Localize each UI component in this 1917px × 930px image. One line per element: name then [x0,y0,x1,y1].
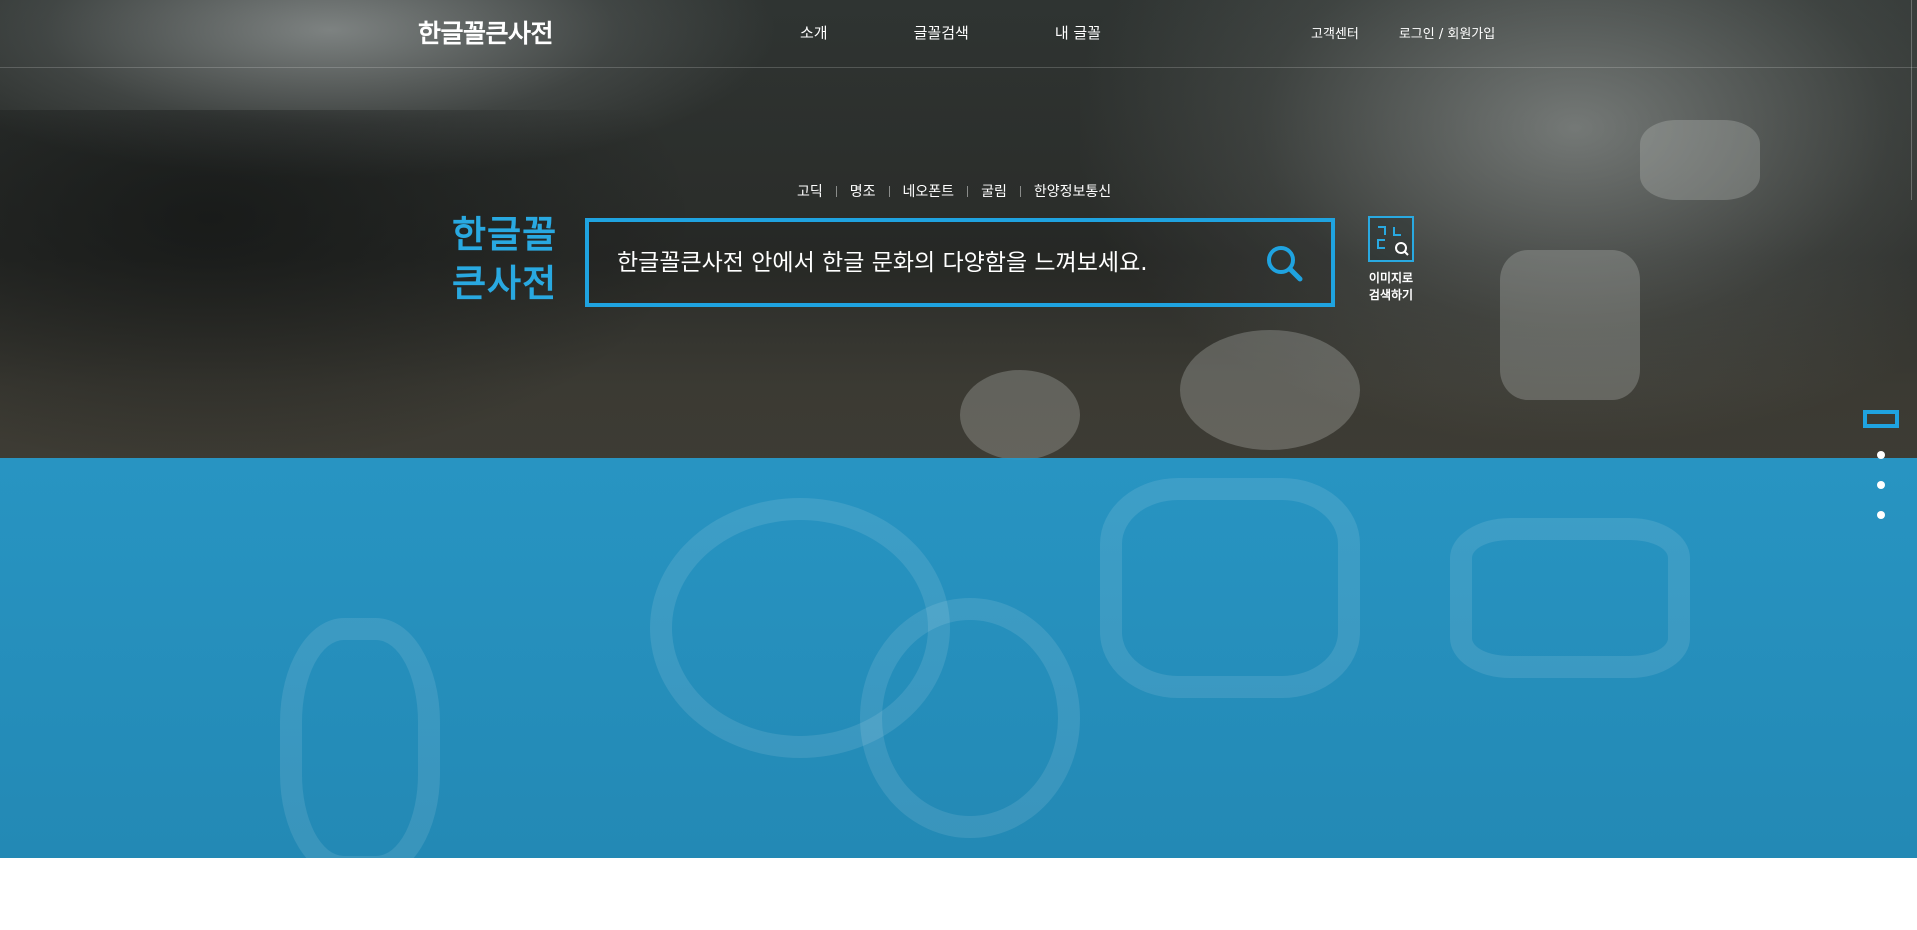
top-header: 한글꼴큰사전 소개 글꼴검색 내 글꼴 고객센터 로그인 / 회원가입 [0,0,1917,68]
divider [1019,185,1021,197]
main-nav: 소개 글꼴검색 내 글꼴 [800,22,1101,43]
pager-dot[interactable] [1877,511,1885,519]
category-gulim[interactable]: 굴림 [981,181,1007,201]
category-myeongjo[interactable]: 명조 [850,181,876,201]
nav-item-my-fonts[interactable]: 내 글꼴 [1055,22,1101,43]
blue-overlay-band [0,458,1917,878]
divider [888,185,890,197]
slide-pager [1863,410,1901,519]
pager-dot[interactable] [1877,451,1885,459]
divider [835,185,837,197]
nav-item-intro[interactable]: 소개 [800,22,828,43]
category-hanyang[interactable]: 한양정보통신 [1034,181,1111,201]
page: 한글꼴큰사전 소개 글꼴검색 내 글꼴 고객센터 로그인 / 회원가입 고딕 명… [0,0,1917,930]
search-icon [1267,246,1303,282]
image-search-label: 이미지로 검색하기 [1368,271,1414,302]
brand-title: 한글꼴 큰사전 [452,210,557,308]
login-signup-link[interactable]: 로그인 / 회원가입 [1399,23,1495,42]
divider [967,185,969,197]
image-search-icon [1368,216,1414,262]
search-box [585,218,1335,307]
nav-item-font-search[interactable]: 글꼴검색 [914,22,969,43]
pager-active-indicator[interactable] [1863,410,1899,428]
utility-links: 고객센터 로그인 / 회원가입 [1311,23,1495,42]
customer-center-link[interactable]: 고객센터 [1311,23,1359,42]
pager-dot[interactable] [1877,481,1885,489]
category-neofont[interactable]: 네오폰트 [903,181,955,201]
category-gothic[interactable]: 고딕 [797,181,823,201]
brand-title-line2: 큰사전 [452,262,558,305]
image-search-button[interactable]: 이미지로 검색하기 [1366,216,1416,304]
brand-title-line1: 한글꼴 [452,213,558,256]
search-input[interactable] [617,222,1237,303]
category-links: 고딕 명조 네오폰트 굴림 한양정보통신 [797,181,1111,201]
search-button[interactable] [1265,244,1305,284]
site-logo[interactable]: 한글꼴큰사전 [418,14,554,50]
